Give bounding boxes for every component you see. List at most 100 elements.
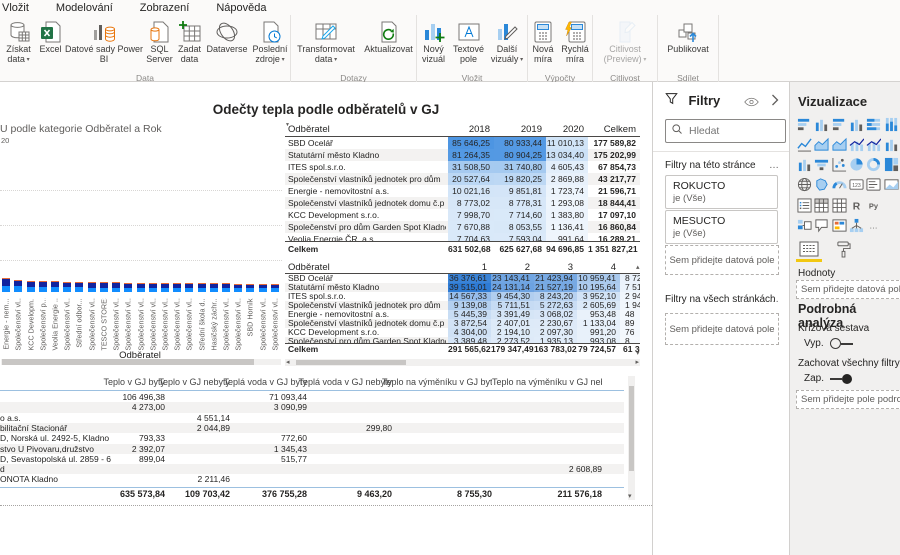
100-stacked-bar-chart-icon[interactable]: [865, 114, 882, 134]
treemap-icon[interactable]: [882, 155, 899, 175]
gridline: [0, 190, 282, 191]
stacked-bar-chart-icon[interactable]: [796, 114, 813, 134]
ribbon-button-nov-m-ra[interactable]: Nová míra: [528, 18, 558, 70]
table-icon[interactable]: [831, 195, 848, 215]
matrix2-scroll-up-icon[interactable]: ▴: [636, 264, 640, 271]
kpi-icon[interactable]: [882, 175, 899, 195]
eye-icon[interactable]: [744, 94, 759, 112]
chart-h-scrollbar[interactable]: [1, 359, 281, 365]
bar-segment-2019: [27, 281, 35, 287]
ribbon-button-publikovat[interactable]: Publikovat: [658, 18, 718, 70]
filter-card-rokucto[interactable]: ROKUCTO je (Vše): [665, 175, 778, 209]
format-tab-icon[interactable]: [832, 240, 854, 258]
table-v-scrollbar-thumb[interactable]: [629, 386, 634, 471]
donut-chart-icon[interactable]: [865, 155, 882, 175]
ribbon-button-z-skat-data[interactable]: Získat data ▾: [0, 18, 37, 70]
ribbon-tab-nápověda[interactable]: Nápověda: [216, 2, 266, 14]
qna-icon[interactable]: [813, 216, 830, 236]
waterfall-chart-icon[interactable]: [796, 155, 813, 175]
stacked-area-chart-icon[interactable]: [831, 134, 848, 154]
more-options-icon[interactable]: …: [865, 216, 882, 236]
stacked-column-chart-visual[interactable]: U podle kategorie Odběratel a Rok 20 Ene…: [0, 120, 282, 410]
filled-map-icon[interactable]: [813, 175, 830, 195]
ribbon-tab-modelování[interactable]: Modelování: [56, 2, 113, 14]
bar-segment-2020: [246, 283, 254, 285]
x-axis-category-label: Společenství vl...: [160, 298, 170, 351]
funnel-chart-icon[interactable]: [813, 155, 830, 175]
area-chart-icon[interactable]: [813, 134, 830, 154]
ribbon-button-posledn-zdroje[interactable]: Poslední zdroje ▾: [250, 18, 290, 70]
line-chart-icon[interactable]: [796, 134, 813, 154]
100-stacked-column-chart-icon[interactable]: [882, 114, 899, 134]
active-tab-underline: [796, 259, 822, 262]
r-script-visual-icon[interactable]: R: [848, 195, 865, 215]
matrix2-h-scrollbar[interactable]: ◂ ▸: [285, 359, 640, 366]
scroll-right-icon[interactable]: ▸: [635, 359, 639, 366]
multi-row-card-icon[interactable]: [865, 175, 882, 195]
ribbon-button-textov-pole[interactable]: Textové pole: [450, 18, 487, 70]
ribbon-tab-vložit[interactable]: Vložit: [2, 2, 29, 14]
drillthrough-dropzone[interactable]: Sem přidejte pole podrobn: [796, 390, 900, 409]
paginated-report-icon[interactable]: [831, 216, 848, 236]
filter-card-mesucto[interactable]: MESUCTO je (Vše): [665, 210, 778, 244]
table-v-scrollbar[interactable]: ▾: [628, 376, 635, 500]
line-stacked-column-chart-icon[interactable]: [848, 134, 865, 154]
report-canvas[interactable]: Odečty tepla podle odběratelů v GJ U pod…: [0, 82, 652, 555]
values-dropzone[interactable]: Sem přidejte datová pole: [796, 280, 900, 299]
matrix-row: SBD Ocelář 36 376,61 23 143,41 21 423,94 10 …: [285, 274, 640, 283]
filters-search-box[interactable]: [665, 119, 786, 143]
slicer-icon[interactable]: [796, 195, 813, 215]
ribbon-tab-zobrazení[interactable]: Zobrazení: [140, 2, 190, 14]
toggle-off-icon[interactable]: [829, 338, 853, 349]
stacked-column-chart-icon[interactable]: [813, 114, 830, 134]
matrix-icon[interactable]: [813, 195, 830, 215]
matrix2-scroll-down-icon[interactable]: ▾: [636, 350, 640, 357]
gauge-icon[interactable]: [831, 175, 848, 195]
bar-segment-2019: [185, 284, 193, 289]
python-visual-icon[interactable]: Py: [865, 195, 882, 215]
bar-segment-2020: [161, 282, 169, 284]
dropdown-caret-icon: ▾: [332, 57, 338, 63]
card-icon[interactable]: 123: [848, 175, 865, 195]
line-clustered-column-chart-icon[interactable]: [865, 134, 882, 154]
ribbon-button-nov-vizu-l[interactable]: Nový vizuál: [417, 18, 450, 70]
page-filters-menu[interactable]: …: [769, 160, 779, 171]
search-input[interactable]: [687, 124, 777, 138]
detail-table-visual[interactable]: Teplo v GJ byty Teplo v GJ nebyty Teplá vo…: [0, 371, 624, 503]
table-scroll-down-icon[interactable]: ▾: [628, 493, 632, 500]
matrix-row-label: ITES spol.s.r.o.: [288, 162, 346, 172]
scroll-left-icon[interactable]: ◂: [286, 359, 290, 366]
ribbon-button-sql-server[interactable]: SQL Server: [144, 18, 175, 70]
toggle-on-icon[interactable]: [830, 373, 853, 384]
fields-tab-icon[interactable]: [798, 240, 820, 258]
ribbon-button-excel[interactable]: Excel: [37, 18, 64, 70]
map-icon[interactable]: [796, 175, 813, 195]
cross-report-toggle[interactable]: Vyp.: [804, 338, 853, 349]
all-pages-filters-menu[interactable]: …: [769, 294, 779, 305]
pie-chart-icon[interactable]: [848, 155, 865, 175]
ribbon-button-dal-vizu-ly[interactable]: Další vizuály ▾: [487, 18, 527, 70]
chart-h-scrollbar-thumb[interactable]: [2, 359, 254, 365]
power-apps-visual-icon[interactable]: [882, 195, 899, 215]
ribbon-button-aktualizovat[interactable]: Aktualizovat: [361, 18, 416, 70]
decomposition-tree-icon[interactable]: [848, 216, 865, 236]
ribbon-chart-icon[interactable]: [882, 134, 899, 154]
clustered-column-chart-icon[interactable]: [848, 114, 865, 134]
ribbon-button-transformovat-data[interactable]: Transformovat data ▾: [291, 18, 361, 70]
gridline: [0, 260, 282, 261]
matrix-by-month-visual[interactable]: Odběratel12345SBD Ocelář36 376,6123 143,…: [285, 260, 640, 360]
ribbon-button-rychl-m-ra[interactable]: Rychlá míra: [558, 18, 592, 70]
all-pages-filters-dropzone[interactable]: Sem přidejte datová pole: [665, 313, 779, 345]
keep-filters-toggle[interactable]: Zap.: [804, 373, 853, 384]
matrix2-h-scrollbar-thumb[interactable]: [296, 360, 406, 365]
ribbon-button-zadat-data[interactable]: Zadat data: [175, 18, 204, 70]
collapse-pane-icon[interactable]: [770, 93, 779, 111]
page-filters-dropzone[interactable]: Sem přidejte datová pole: [665, 245, 779, 275]
ribbon-button-citlivost-preview-[interactable]: Citlivost (Preview) ▾: [593, 18, 657, 70]
ribbon-button-dataverse[interactable]: Dataverse: [204, 18, 250, 70]
clustered-bar-chart-icon[interactable]: [831, 114, 848, 134]
ribbon-button-datov-sady-power-bi[interactable]: Datové sady Power BI: [64, 18, 144, 70]
key-influencers-icon[interactable]: [796, 216, 813, 236]
scatter-chart-icon[interactable]: [831, 155, 848, 175]
bar-segment-2018: [137, 287, 145, 292]
